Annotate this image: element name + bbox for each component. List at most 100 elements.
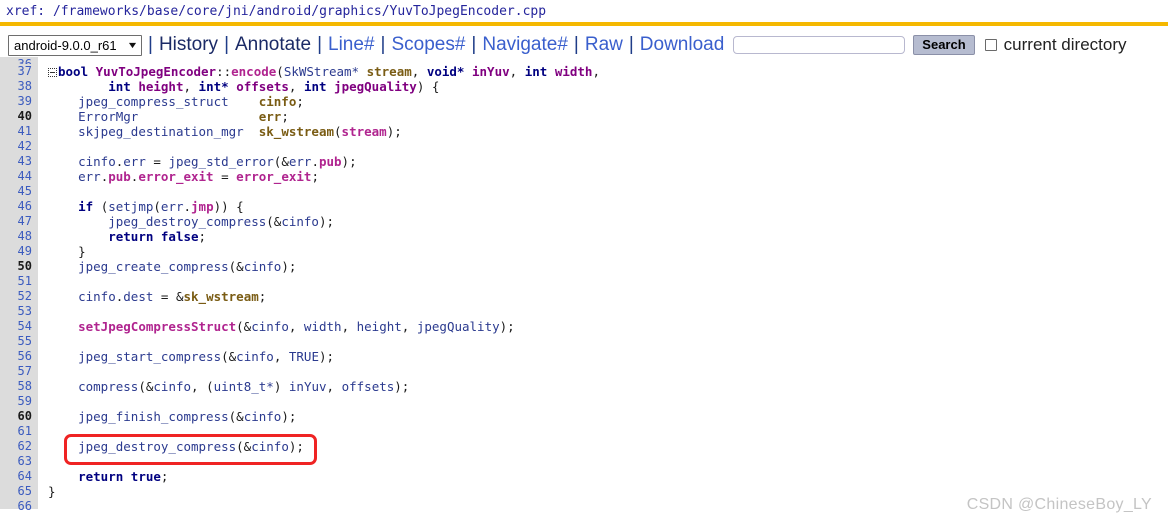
code-token: ( [276,64,284,79]
line-number[interactable]: 43 [0,154,38,169]
line-number[interactable]: 60 [0,409,38,424]
code-text: ErrorMgr err; [38,109,289,124]
line-number[interactable]: 58 [0,379,38,394]
nav-link-navigate[interactable]: Navigate# [482,34,568,56]
nav-link-annotate[interactable]: Annotate [235,34,311,56]
line-number[interactable]: 38 [0,79,38,94]
line-number[interactable]: 50 [0,259,38,274]
nav-link-raw[interactable]: Raw [585,34,623,56]
nav-separator: | [380,34,386,55]
search-input[interactable] [733,36,906,54]
code-text: cinfo.err = jpeg_std_error(&err.pub); [38,154,357,169]
line-number[interactable]: 51 [0,274,38,289]
code-token: ; [296,94,304,109]
code-token: dest [123,289,154,304]
line-number[interactable]: 53 [0,304,38,319]
code-token: , [183,79,199,94]
line-number[interactable]: 45 [0,184,38,199]
code-token: (& [221,349,237,364]
code-token: } [48,244,86,259]
line-number[interactable]: 64 [0,469,38,484]
line-number[interactable]: 52 [0,289,38,304]
code-line: 58 compress(&cinfo, (uint8_t*) inYuv, of… [0,379,1168,394]
code-token: width [303,319,342,334]
code-token: error_exit [138,169,214,184]
code-token: skjpeg_destination_mgr [78,124,244,139]
line-number[interactable]: 37 [0,64,38,79]
code-text: skjpeg_destination_mgr sk_wstream(stream… [38,124,402,139]
code-line: 52 cinfo.dest = &sk_wstream; [0,289,1168,304]
line-number[interactable]: 56 [0,349,38,364]
line-number[interactable]: 65 [0,484,38,499]
line-number[interactable]: 61 [0,424,38,439]
code-token: SkWStream* [283,64,367,79]
code-token: cinfo [281,214,319,229]
line-number[interactable]: 54 [0,319,38,334]
code-token: offsets [236,79,289,94]
code-token: stream [341,124,387,139]
line-number[interactable]: 48 [0,229,38,244]
fold-collapse-icon[interactable] [48,68,57,77]
line-number[interactable]: 49 [0,244,38,259]
code-token: pub [318,154,342,169]
code-token: false [160,229,199,244]
code-token: cinfo [243,259,282,274]
code-token: jpeg_start_compress [78,349,222,364]
code-line-partial: 36 [0,57,1168,64]
code-token: YuvToJpegEncoder [95,64,217,79]
line-number[interactable]: 39 [0,94,38,109]
line-number[interactable]: 57 [0,364,38,379]
line-number[interactable]: 40 [0,109,38,124]
nav-separator: | [573,34,579,55]
code-token: jpeg_compress_struct [78,94,229,109]
nav-link-download[interactable]: Download [640,34,725,56]
code-token: ); [394,379,410,394]
xref-file-path: /frameworks/base/core/jni/android/graphi… [52,4,547,19]
code-token: encode [231,64,277,79]
code-token: setjmp [108,199,154,214]
code-line: 41 skjpeg_destination_mgr sk_wstream(str… [0,124,1168,139]
code-token: int [524,64,548,79]
line-number[interactable]: 62 [0,439,38,454]
project-version-select[interactable]: android-9.0.0_r61 ▼ [8,34,142,56]
code-token: ); [318,349,335,364]
code-token: int [303,79,327,94]
search-button[interactable]: Search [913,35,975,55]
code-token: . [183,199,192,214]
nav-separator: | [224,34,229,55]
code-token: cinfo [243,409,282,424]
code-line: 64 return true; [0,469,1168,484]
line-number[interactable]: 41 [0,124,38,139]
line-number[interactable]: 42 [0,139,38,154]
code-token: err [160,199,184,214]
code-token: ErrorMgr [78,109,139,124]
current-directory-checkbox[interactable] [984,39,997,51]
line-number[interactable]: 44 [0,169,38,184]
code-token: inYuv [472,64,510,79]
code-token: inYuv [288,379,327,394]
line-number[interactable]: 55 [0,334,38,349]
code-token: cinfo [78,289,116,304]
code-line: 51 [0,274,1168,289]
nav-link-line-numbers[interactable]: Line# [328,34,375,56]
line-number[interactable]: 36 [0,57,38,64]
line-number[interactable]: 47 [0,214,38,229]
nav-separator: | [471,34,477,55]
code-token: , [288,79,304,94]
code-token: ); [318,214,335,229]
line-number[interactable]: 59 [0,394,38,409]
code-text: jpeg_destroy_compress(&cinfo); [38,214,334,229]
nav-link-history[interactable]: History [159,34,218,56]
line-number[interactable]: 46 [0,199,38,214]
line-number[interactable]: 63 [0,454,38,469]
nav-link-scopes[interactable]: Scopes# [391,34,465,56]
line-number[interactable]: 66 [0,499,38,514]
code-token: width [554,64,593,79]
code-token: :: [216,64,232,79]
